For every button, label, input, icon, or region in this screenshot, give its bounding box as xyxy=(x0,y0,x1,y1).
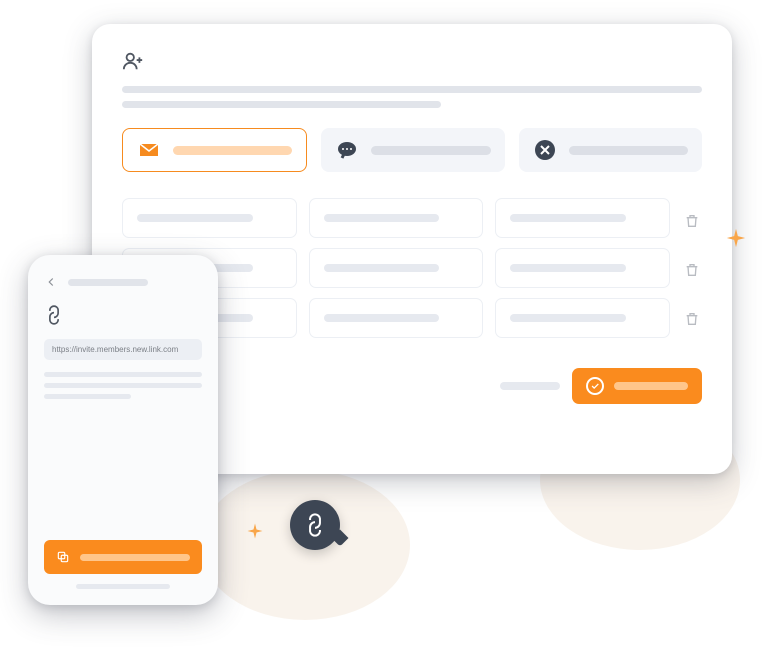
trash-icon[interactable] xyxy=(684,311,700,327)
check-circle-icon xyxy=(586,377,604,395)
method-chat[interactable] xyxy=(321,128,504,172)
text-skeleton-line xyxy=(44,383,202,388)
input-cell[interactable] xyxy=(495,248,670,288)
method-none[interactable] xyxy=(519,128,702,172)
copy-icon xyxy=(56,550,70,564)
input-cell[interactable] xyxy=(122,198,297,238)
text-skeleton-line xyxy=(44,372,202,377)
trash-icon[interactable] xyxy=(684,262,700,278)
phone-mockup: https://invite.members.new.link.com xyxy=(28,255,218,605)
cancel-button[interactable] xyxy=(500,382,560,390)
chat-icon xyxy=(335,138,359,162)
invite-url-field[interactable]: https://invite.members.new.link.com xyxy=(44,339,202,360)
input-cell[interactable] xyxy=(309,198,484,238)
user-plus-icon xyxy=(122,50,144,72)
input-cell[interactable] xyxy=(309,248,484,288)
floating-link-badge xyxy=(290,500,340,550)
submit-button[interactable] xyxy=(572,368,702,404)
method-label-skeleton xyxy=(569,146,688,155)
input-cell[interactable] xyxy=(309,298,484,338)
trash-icon[interactable] xyxy=(684,213,700,229)
sparkle-icon xyxy=(725,227,747,249)
table-row xyxy=(122,198,670,238)
submit-label-skeleton xyxy=(614,382,688,390)
method-label-skeleton xyxy=(173,146,292,155)
x-circle-icon xyxy=(533,138,557,162)
phone-footer-skeleton xyxy=(76,584,171,589)
title-skeleton-line xyxy=(122,86,702,93)
text-skeleton-line xyxy=(44,394,131,399)
sparkle-icon xyxy=(246,522,264,540)
input-cell[interactable] xyxy=(495,298,670,338)
copy-link-button[interactable] xyxy=(44,540,202,574)
invite-method-row xyxy=(122,128,702,172)
input-cell[interactable] xyxy=(495,198,670,238)
subtitle-skeleton-line xyxy=(122,101,441,108)
phone-header xyxy=(44,275,202,289)
copy-label-skeleton xyxy=(80,554,190,561)
envelope-icon xyxy=(137,138,161,162)
arrow-left-icon[interactable] xyxy=(44,275,58,289)
phone-title-skeleton xyxy=(68,279,148,286)
method-label-skeleton xyxy=(371,146,490,155)
link-icon xyxy=(44,305,64,325)
method-email[interactable] xyxy=(122,128,307,172)
